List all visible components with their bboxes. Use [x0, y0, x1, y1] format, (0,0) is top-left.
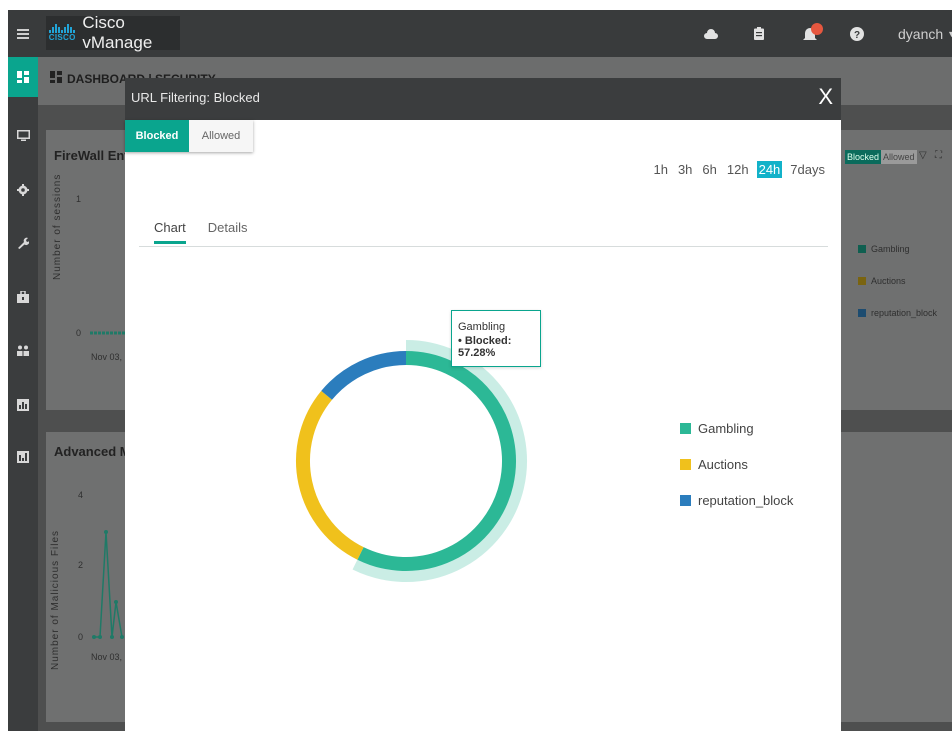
donut-chart	[296, 340, 527, 582]
slice-auctions[interactable]	[296, 390, 364, 560]
sidebar-item-analytics[interactable]	[8, 385, 38, 425]
maintenance-icon	[17, 291, 29, 303]
help-icon[interactable]: ?	[850, 10, 864, 57]
malware-ytick-2: 2	[78, 560, 84, 570]
chevron-down-icon: ▼	[947, 28, 952, 39]
hamburger-menu-icon[interactable]	[8, 10, 38, 57]
sidebar-item-monitor[interactable]	[8, 115, 38, 155]
legend-item-auctions[interactable]: Auctions	[680, 446, 793, 482]
right-card-background	[841, 432, 952, 722]
sidebar	[8, 57, 38, 731]
clipboard-icon[interactable]	[754, 10, 764, 57]
analytics-icon	[17, 399, 29, 411]
legend-swatch	[680, 422, 691, 434]
firewall-ylabel: Number of sessions	[52, 173, 63, 280]
top-bar: CISCO Cisco vManage ? dyanch ▼	[8, 10, 952, 57]
sidebar-item-maintenance[interactable]	[8, 277, 38, 317]
slice-gambling[interactable]	[357, 351, 516, 571]
legend-label: Auctions	[698, 456, 748, 472]
legend-swatch	[680, 494, 691, 506]
bg-legend-reputation-block: reputation_block	[858, 308, 937, 318]
slice-halo-gambling	[352, 340, 527, 582]
legend-label: Gambling	[698, 420, 754, 436]
chart-legend: Gambling Auctions reputation_block	[680, 410, 793, 518]
bg-toggle-blocked: Blocked	[845, 150, 882, 164]
cloud-icon[interactable]	[704, 10, 718, 57]
sidebar-item-administration[interactable]	[8, 330, 38, 370]
tools-icon	[18, 237, 29, 249]
expand-icon: ⛶	[935, 150, 942, 161]
alarm-bell-icon[interactable]	[800, 10, 824, 57]
legend-swatch	[680, 458, 691, 470]
slice-reputation-block[interactable]	[321, 351, 407, 400]
malware-ytick-0: 0	[78, 632, 84, 642]
cisco-logo: CISCO	[48, 24, 76, 42]
bg-legend-gambling: Gambling	[858, 244, 910, 254]
sidebar-item-dashboard[interactable]	[8, 57, 38, 97]
url-filter-card-background: Blocked Allowed ▽ ⛶ Gambling Auctions re…	[841, 130, 952, 410]
malware-line-chart	[92, 530, 124, 639]
malware-ytick-4: 4	[78, 490, 84, 500]
administration-icon	[17, 345, 29, 356]
malware-xtick: Nov 03,	[91, 652, 123, 662]
firewall-ytick: 1	[76, 194, 82, 204]
user-menu[interactable]: dyanch ▼	[898, 10, 952, 57]
dashboard-icon	[17, 71, 29, 83]
bg-toggle-allowed: Allowed	[881, 150, 917, 164]
sidebar-item-configuration[interactable]	[8, 170, 38, 210]
monitor-icon	[16, 129, 30, 141]
brand[interactable]: CISCO Cisco vManage	[46, 13, 180, 52]
filter-icon: ▽	[919, 150, 927, 161]
reports-icon	[17, 451, 29, 463]
tooltip-title: Gambling	[458, 321, 506, 333]
app-name: Cisco vManage	[82, 13, 153, 52]
bg-legend-auctions: Auctions	[858, 276, 906, 286]
malware-card: Advanced Mal Number of Malicious Files 4…	[46, 432, 141, 722]
user-name: dyanch	[898, 25, 944, 42]
legend-item-reputation-block[interactable]: reputation_block	[680, 482, 793, 518]
svg-text:?: ?	[854, 30, 860, 41]
firewall-card: FireWall Enforc Number of sessions 1 0 N…	[46, 130, 149, 410]
dashboard-icon	[50, 71, 62, 83]
firewall-xtick: Nov 03,	[91, 352, 123, 362]
malware-ylabel: Number of Malicious Files	[50, 529, 61, 670]
tooltip-value: • Blocked: 57.28%	[458, 335, 512, 359]
firewall-ytick-zero: 0	[76, 328, 82, 338]
sidebar-item-reports[interactable]	[8, 437, 38, 477]
legend-label: reputation_block	[698, 492, 794, 508]
firewall-sparkline	[90, 331, 126, 335]
configuration-icon	[17, 184, 29, 196]
sidebar-item-tools[interactable]	[8, 223, 38, 263]
legend-item-gambling[interactable]: Gambling	[680, 410, 793, 446]
url-filtering-modal: URL Filtering: Blocked X Blocked Allowed…	[125, 78, 841, 731]
chart-tooltip: Gambling • Blocked: 57.28%	[451, 310, 541, 367]
